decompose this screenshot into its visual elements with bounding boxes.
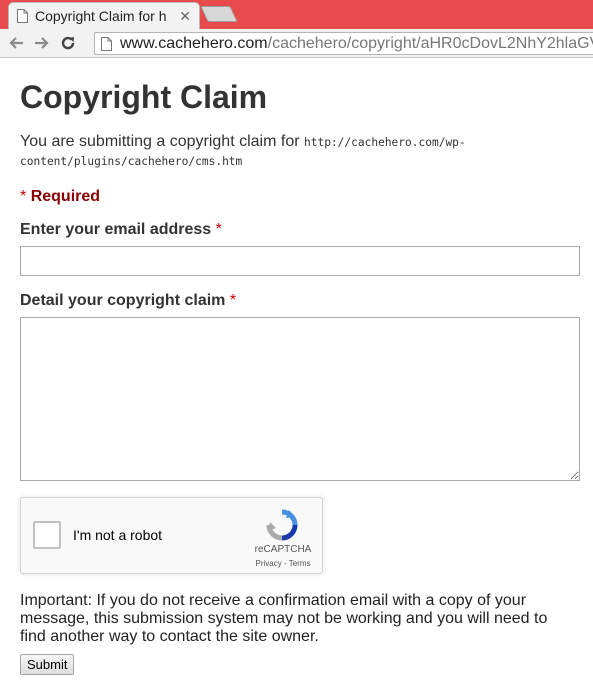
recaptcha-label: I'm not a robot (73, 527, 163, 543)
page-icon (101, 36, 112, 51)
email-label-text: Enter your email address (20, 221, 212, 238)
arrow-left-icon (9, 37, 23, 49)
recaptcha-logo-icon (266, 509, 298, 541)
email-field[interactable] (20, 246, 580, 276)
url-path: /cachehero/copyright/aHR0cDovL2NhY2hlaGV (267, 34, 593, 52)
claim-required-star: * (229, 292, 237, 309)
tab-copyright-claim[interactable]: Copyright Claim for h ✕ (8, 2, 200, 29)
intro-label: You are submitting a copyright claim for (20, 133, 304, 150)
recaptcha-brand: reCAPTCHA (254, 544, 312, 555)
email-label: Enter your email address * (20, 221, 573, 239)
email-required-star: * (215, 221, 222, 238)
recaptcha-widget: I'm not a robot reCAPTCHA Privacy - Term… (20, 497, 323, 574)
reload-icon (61, 36, 75, 50)
browser-toolbar: www.cachehero.com/cachehero/copyright/aH… (0, 29, 593, 58)
url-host: www.cachehero.com (120, 34, 268, 52)
page-icon (17, 9, 28, 23)
submit-button[interactable]: Submit (20, 654, 75, 675)
page-title: Copyright Claim (20, 79, 268, 115)
new-tab-button[interactable] (200, 6, 238, 22)
browser-tabstrip: Copyright Claim for h ✕ (0, 0, 593, 29)
required-star: * (20, 188, 27, 205)
required-note: * Required (20, 188, 573, 206)
claim-textarea[interactable] (20, 317, 580, 481)
reload-button[interactable] (55, 30, 81, 56)
address-bar[interactable]: www.cachehero.com/cachehero/copyright/aH… (94, 32, 593, 55)
tab-title: Copyright Claim for h (35, 8, 167, 24)
required-label: Required (30, 188, 101, 205)
intro-text: You are submitting a copyright claim for… (20, 133, 573, 171)
important-notice: Important: If you do not receive a confi… (20, 592, 548, 645)
close-icon[interactable]: ✕ (179, 8, 191, 25)
page-content: Copyright Claim You are submitting a cop… (0, 77, 593, 675)
arrow-right-icon (35, 37, 49, 49)
recaptcha-links[interactable]: Privacy - Terms (253, 559, 313, 568)
recaptcha-checkbox[interactable] (33, 521, 61, 549)
back-button[interactable] (3, 30, 29, 56)
claim-label: Detail your copyright claim * (20, 292, 573, 310)
forward-button[interactable] (29, 30, 55, 56)
claim-label-text: Detail your copyright claim (20, 292, 226, 309)
